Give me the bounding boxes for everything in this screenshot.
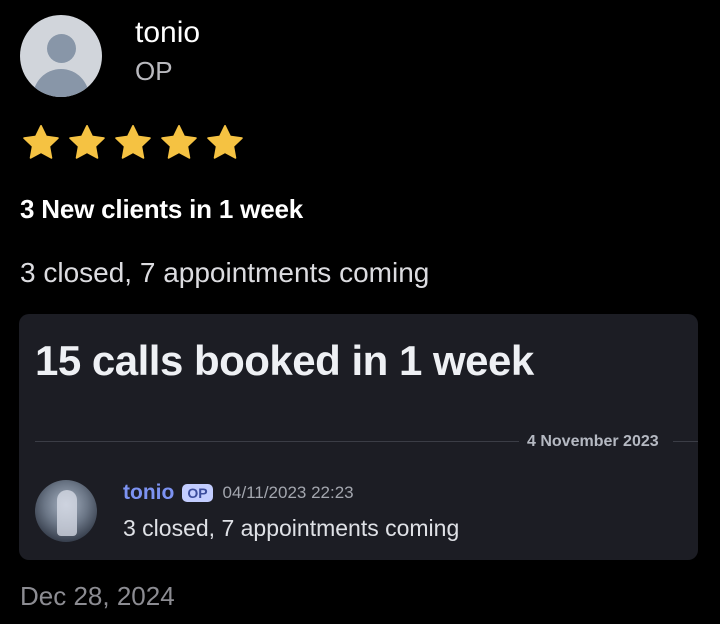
message-text: 3 closed, 7 appointments coming (123, 515, 460, 541)
star-icon (207, 124, 243, 159)
review-header: tonio OP (20, 15, 200, 97)
user-role-label: OP (135, 56, 173, 86)
review-date: Dec 28, 2024 (20, 581, 175, 611)
screenshot-headline: 15 calls booked in 1 week (35, 337, 534, 384)
date-divider-line (35, 441, 528, 442)
review-body-text: 3 closed, 7 appointments coming (20, 257, 430, 288)
star-icon (69, 124, 105, 159)
date-divider-label: 4 November 2023 (519, 432, 667, 452)
op-badge: OP (182, 484, 213, 502)
username[interactable]: tonio (135, 15, 200, 51)
user-avatar[interactable] (20, 15, 102, 97)
message-timestamp: 04/11/2023 22:23 (222, 483, 354, 502)
user-meta: tonio OP (135, 15, 200, 87)
review-title: 3 New clients in 1 week (20, 194, 303, 224)
avatar-shoulders-shape (33, 69, 89, 97)
avatar-head-shape (47, 34, 76, 63)
message-author-avatar (35, 480, 97, 542)
star-rating (20, 122, 246, 164)
star-icon (161, 124, 197, 159)
review-card: tonio OP 3 New clients in 1 week 3 close… (0, 0, 720, 624)
message-author-name: tonio (123, 481, 175, 504)
attached-screenshot[interactable]: 15 calls booked in 1 week 4 November 202… (19, 314, 698, 560)
star-icon (115, 124, 151, 159)
date-divider-line-right (673, 441, 698, 442)
avatar-figure-shape (57, 490, 77, 536)
message-header: tonio OP 04/11/2023 22:23 (123, 480, 354, 506)
star-icon (23, 124, 59, 159)
